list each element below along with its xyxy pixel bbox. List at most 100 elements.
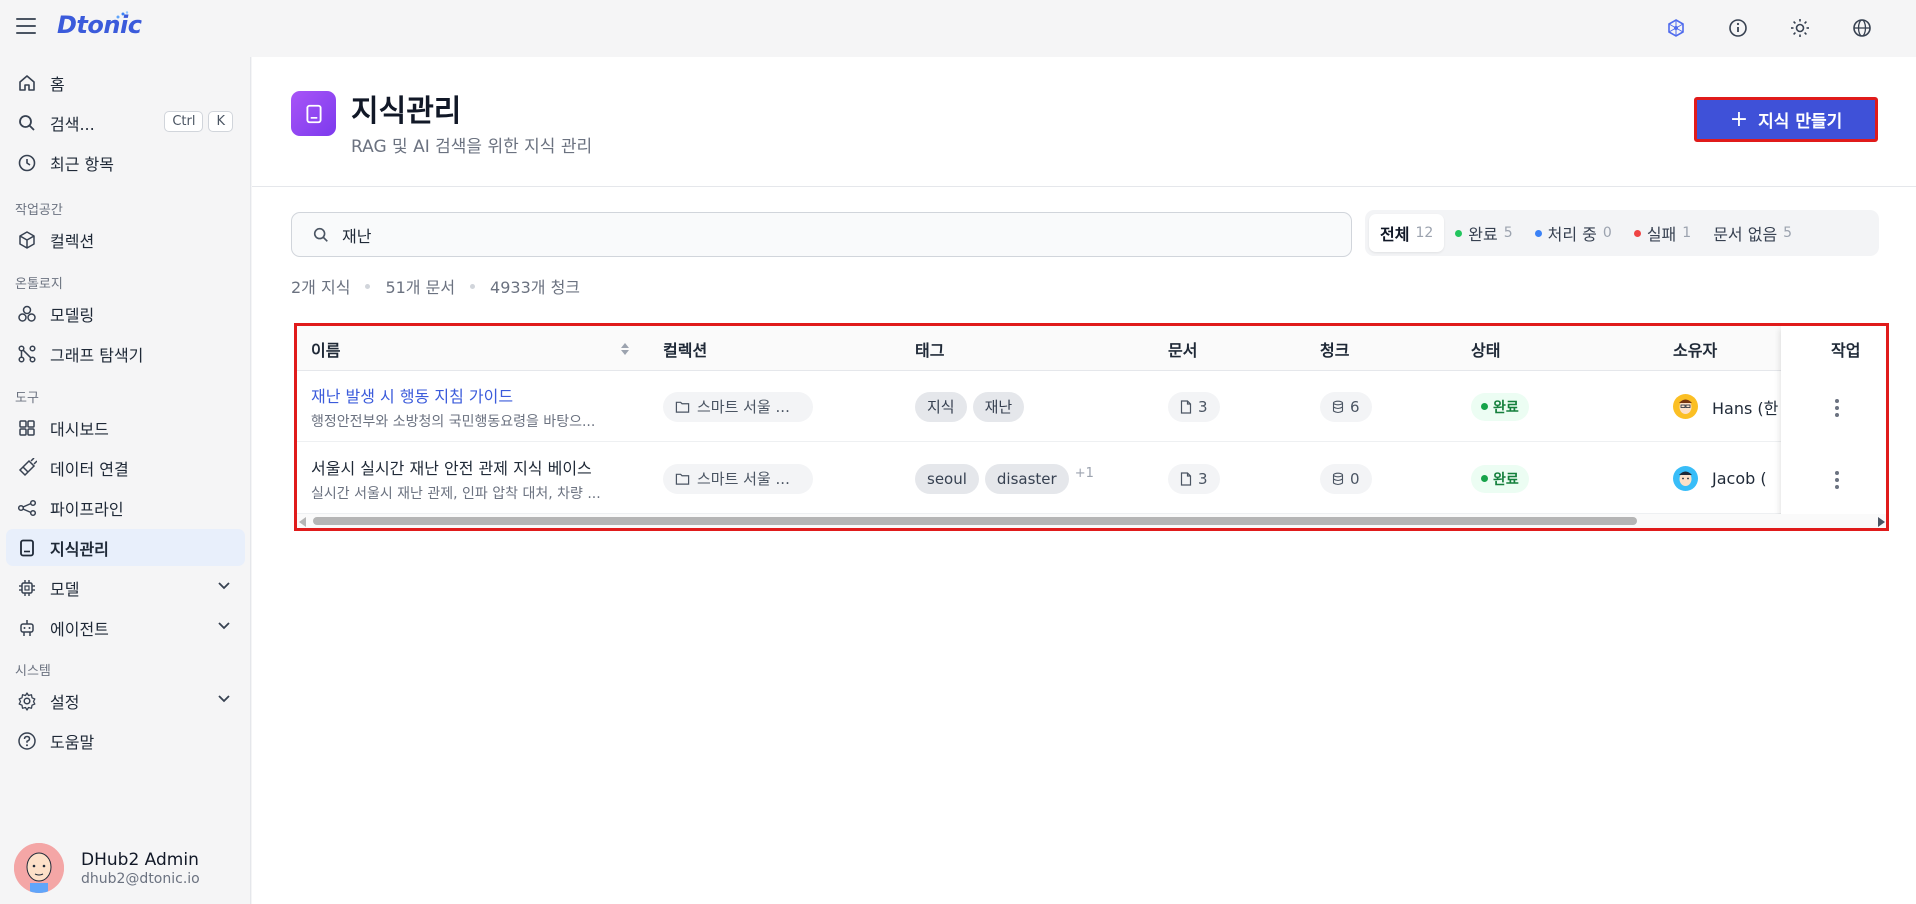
- shortcut-hint: Ctrl K: [164, 111, 233, 132]
- sidebar-item-home[interactable]: 홈: [6, 64, 245, 101]
- create-knowledge-button[interactable]: + 지식 만들기: [1694, 97, 1878, 142]
- filter-completed[interactable]: 완료 5: [1444, 214, 1523, 252]
- name-cell: 재난 발생 시 행동 지침 가이드 행정안전부와 소방청의 국민행동요령을 바탕…: [297, 371, 649, 442]
- tag-chip: disaster: [984, 463, 1069, 494]
- sidebar-item-label: 설정: [50, 692, 80, 712]
- filter-label: 처리 중: [1547, 225, 1597, 244]
- column-header-documents: 문서: [1168, 340, 1198, 360]
- sidebar-item-settings[interactable]: 설정: [6, 682, 245, 719]
- network-icon[interactable]: [1662, 14, 1690, 42]
- more-tags-count[interactable]: +1: [1075, 466, 1094, 481]
- sun-icon[interactable]: [1786, 14, 1814, 42]
- table-row[interactable]: 재난 발생 시 행동 지침 가이드 행정안전부와 소방청의 국민행동요령을 바탕…: [297, 371, 1886, 442]
- logo-sparkle-icon: [116, 11, 129, 19]
- robot-icon: [16, 617, 38, 639]
- plus-icon: +: [1729, 107, 1749, 132]
- summary-stats: 2개 지식 51개 문서 4933개 청크: [291, 274, 580, 298]
- tag-chip: 지식: [915, 391, 967, 422]
- sidebar-item-collection[interactable]: 컬렉션: [6, 221, 245, 258]
- status-dot: [1455, 229, 1463, 237]
- sidebar-item-search[interactable]: 검색... Ctrl K: [6, 104, 245, 141]
- sidebar-item-pipeline[interactable]: 파이프라인: [6, 489, 245, 526]
- column-header-collection: 컬렉션: [663, 340, 708, 360]
- menu-icon[interactable]: [16, 18, 36, 34]
- sidebar-item-label: 도움말: [50, 732, 95, 752]
- chunks-cell: 0: [1306, 443, 1372, 514]
- search-input[interactable]: [342, 225, 1242, 244]
- sidebar-item-agent[interactable]: 에이전트: [6, 609, 245, 646]
- owner-cell: Jacob (: [1659, 443, 1767, 514]
- kbd-k: K: [208, 111, 233, 132]
- filter-count: 12: [1415, 225, 1434, 241]
- knowledge-name-link[interactable]: 재난 발생 시 행동 지침 가이드: [311, 383, 611, 407]
- main-content: 지식관리 RAG 및 AI 검색을 위한 지식 관리 + 지식 만들기 전체12…: [252, 57, 1916, 904]
- avatar: [1673, 394, 1698, 419]
- chunk-count-chip: 0: [1320, 463, 1372, 494]
- search-icon: [16, 112, 38, 134]
- help-icon: [16, 730, 38, 752]
- horizontal-scrollbar[interactable]: [297, 514, 1886, 528]
- status-cell: 완료: [1457, 443, 1529, 514]
- top-bar: Dtonic: [0, 0, 1916, 57]
- search-box[interactable]: [291, 212, 1352, 257]
- sidebar-item-model[interactable]: 모델: [6, 569, 245, 606]
- status-dot: [1534, 229, 1542, 237]
- home-icon: [16, 72, 38, 94]
- status-badge: 완료: [1471, 464, 1529, 493]
- user-profile[interactable]: DHub2 Admin dhub2@dtonic.io: [14, 842, 244, 894]
- knowledge-description: 실시간 서울시 재난 관제, 인파 압착 대처, 차량 ...: [311, 485, 601, 502]
- gear-icon: [16, 690, 38, 712]
- filter-failed[interactable]: 실패 1: [1623, 214, 1702, 252]
- document-count-chip: 3: [1168, 463, 1220, 494]
- sidebar-item-knowledge[interactable]: 지식관리: [6, 529, 245, 566]
- column-header-actions: 작업: [1831, 340, 1861, 360]
- filter-all[interactable]: 전체 12: [1369, 214, 1445, 252]
- sidebar-item-graph-explorer[interactable]: 그래프 탐색기: [6, 335, 245, 372]
- knowledge-name-link[interactable]: 서울시 실시간 재난 안전 관제 지식 베이스: [311, 455, 611, 479]
- collection-chip[interactable]: 스마트 서울 ...: [663, 391, 813, 422]
- sidebar-item-label: 지식관리: [50, 539, 109, 559]
- more-options-icon[interactable]: [1835, 399, 1839, 420]
- chunk-count-chip: 6: [1320, 391, 1372, 422]
- collection-chip[interactable]: 스마트 서울 ...: [663, 463, 813, 494]
- filter-processing[interactable]: 처리 중 0: [1524, 214, 1623, 252]
- sidebar-item-modeling[interactable]: 모델링: [6, 295, 245, 332]
- knowledge-count: 2개 지식: [291, 278, 351, 297]
- sidebar-item-label: 모델링: [50, 305, 95, 325]
- sidebar-item-help[interactable]: 도움말: [6, 722, 245, 759]
- owner-name: Hans (한: [1712, 398, 1779, 418]
- filter-count: 5: [1503, 225, 1513, 241]
- tags-cell: seoul disaster +1: [901, 443, 1094, 514]
- scrollbar-thumb[interactable]: [313, 517, 1637, 525]
- table-row[interactable]: 서울시 실시간 재난 안전 관제 지식 베이스 실시간 서울시 재난 관제, 인…: [297, 443, 1886, 514]
- filter-label: 문서 없음: [1713, 225, 1778, 244]
- status-badge: 완료: [1471, 392, 1529, 421]
- scroll-right-icon[interactable]: [1878, 517, 1885, 527]
- sidebar-item-data-connection[interactable]: 데이터 연결: [6, 449, 245, 486]
- more-options-icon[interactable]: [1835, 471, 1839, 492]
- document-count-chip: 3: [1168, 391, 1220, 422]
- column-header-name[interactable]: 이름: [297, 326, 649, 371]
- knowledge-table: 이름 컬렉션 태그 문서 청크 상태 소유자 재난 발생 시 행동 지침 가이드…: [294, 323, 1889, 531]
- chevron-down-icon[interactable]: [217, 692, 231, 706]
- sidebar-item-dashboard[interactable]: 대시보드: [6, 409, 245, 446]
- database-icon: [1332, 400, 1344, 413]
- section-label-ontology: 온톨로지: [15, 277, 63, 292]
- status-cell: 완료: [1457, 371, 1529, 442]
- database-icon: [1332, 472, 1344, 485]
- scroll-left-icon[interactable]: [299, 517, 306, 527]
- tags-cell: 지식 재난: [901, 371, 1030, 442]
- chevron-down-icon[interactable]: [217, 579, 231, 593]
- info-icon[interactable]: [1724, 14, 1752, 42]
- globe-icon[interactable]: [1848, 14, 1876, 42]
- user-name: DHub2 Admin: [81, 849, 199, 870]
- chunk-count-value: 0: [1350, 469, 1360, 488]
- filter-no-documents[interactable]: 문서 없음 5: [1702, 214, 1803, 252]
- chevron-down-icon[interactable]: [217, 619, 231, 633]
- sidebar-item-label: 홈: [50, 74, 65, 94]
- sidebar-item-label: 컬렉션: [50, 231, 95, 251]
- sidebar-item-label: 대시보드: [50, 419, 109, 439]
- sort-icon[interactable]: [619, 341, 631, 357]
- sidebar-item-recent[interactable]: 최근 항목: [6, 144, 245, 181]
- document-count-value: 3: [1198, 469, 1208, 488]
